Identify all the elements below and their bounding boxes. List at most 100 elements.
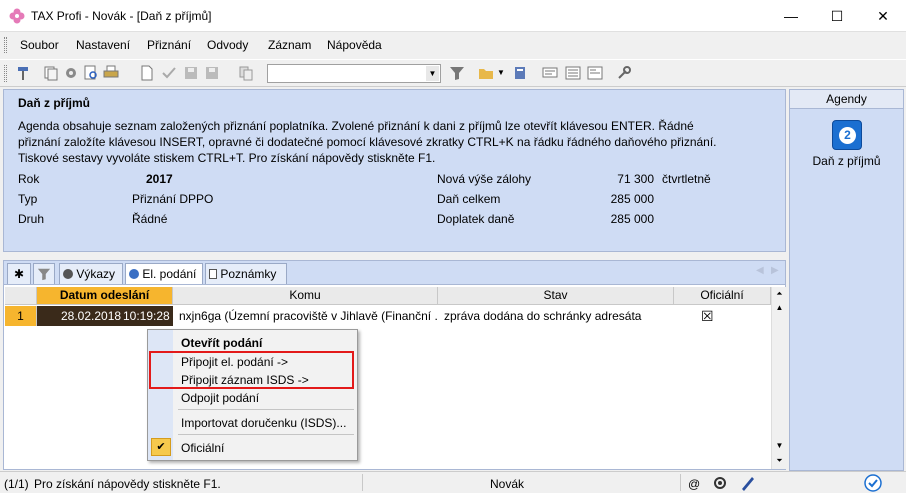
typ-value: Přiznání DPPO	[132, 192, 214, 206]
title-bar: TAX Profi - Novák - [Daň z příjmů] — ☐ ✕	[0, 0, 906, 32]
druh-label: Druh	[18, 212, 45, 226]
filter-funnel-icon[interactable]	[449, 65, 465, 81]
menu-napoveda[interactable]: Nápověda	[327, 38, 382, 52]
agenda-heading: Daň z příjmů	[18, 96, 91, 110]
toolbar-grip	[4, 65, 7, 82]
menu-nastaveni[interactable]: Nastavení	[76, 38, 130, 52]
menu-divider	[178, 434, 354, 435]
report-icon	[63, 269, 73, 279]
message-icon[interactable]	[542, 65, 558, 81]
menu-zaznam[interactable]: Záznam	[268, 38, 311, 52]
menu-import-dorucenka[interactable]: Importovat doručenku (ISDS)...	[181, 416, 346, 430]
highlight-box	[149, 351, 354, 389]
context-menu: Otevřít podání Připojit el. podání -> Př…	[147, 329, 358, 461]
save-icon[interactable]	[183, 65, 199, 81]
dan-z-prijmu-icon[interactable]: 2	[832, 120, 862, 150]
tab-poznamky[interactable]: Poznámky	[205, 263, 287, 285]
filter-sign-icon[interactable]	[15, 65, 31, 81]
filter-combo[interactable]: ▼	[267, 64, 441, 83]
app-flower-icon	[9, 8, 25, 24]
row-index: 1	[5, 306, 37, 326]
save-all-icon[interactable]	[204, 65, 220, 81]
status-hint: Pro získání nápovědy stiskněte F1.	[34, 477, 221, 491]
print-preview-icon[interactable]	[83, 65, 99, 81]
connection-icon[interactable]	[712, 476, 728, 490]
dan-celkem-label: Daň celkem	[437, 192, 501, 206]
column-stav[interactable]: Stav	[438, 287, 674, 305]
tab-poznamky-label: Poznámky	[220, 267, 277, 281]
menu-grip	[4, 37, 7, 53]
print-icon[interactable]	[103, 65, 119, 81]
doplatek-label: Doplatek daně	[437, 212, 515, 226]
menu-detach-podani[interactable]: Odpojit podání	[181, 391, 259, 405]
menu-soubor[interactable]: Soubor	[20, 38, 59, 52]
signature-icon[interactable]	[740, 475, 756, 491]
close-button[interactable]: ✕	[860, 0, 906, 32]
row-komu[interactable]: nxjn6ga (Územní pracoviště v Jihlavě (Fi…	[179, 306, 437, 326]
status-bar: (1/1) Pro získání nápovědy stiskněte F1.…	[0, 471, 906, 493]
menu-bar: Soubor Nastavení Přiznání Odvody Záznam …	[0, 33, 906, 57]
folder-icon[interactable]	[478, 65, 494, 81]
scroll-down-icon[interactable]: ▼	[773, 439, 786, 453]
table-row[interactable]: 1 28.02.2018 10:19:28 nxjn6ga (Územní pr…	[5, 306, 771, 326]
tab-scroll-left-icon[interactable]: ◀	[756, 265, 764, 276]
duplicate-icon[interactable]	[238, 65, 254, 81]
tab-scroll-right-icon[interactable]: ▶	[771, 265, 779, 276]
tab-el-podani[interactable]: El. podání	[125, 263, 203, 285]
tools-wrench-icon[interactable]	[616, 65, 632, 81]
minimize-button[interactable]: —	[768, 0, 814, 32]
tab-asterisk[interactable]: ✱	[7, 263, 31, 285]
typ-label: Typ	[18, 192, 38, 206]
row-header-corner	[5, 287, 37, 305]
agenda-info-panel: Daň z příjmů Agenda obsahuje seznam zalo…	[3, 89, 786, 252]
column-datum-odeslani[interactable]: Datum odeslání	[37, 287, 173, 305]
row-date: 28.02.2018	[61, 309, 122, 323]
menu-odvody[interactable]: Odvody	[207, 38, 248, 52]
confirm-check-icon[interactable]	[161, 65, 177, 81]
grid-scrollbar[interactable]: ⏶ ▲ ▼ ⏷	[771, 287, 786, 469]
column-komu[interactable]: Komu	[173, 287, 438, 305]
copy-document-icon[interactable]	[43, 65, 59, 81]
checkmark-icon: ✔	[151, 438, 171, 456]
menu-open-podani[interactable]: Otevřít podání	[181, 336, 262, 350]
row-date-cell[interactable]: 28.02.2018 10:19:28	[37, 306, 173, 326]
maximize-button[interactable]: ☐	[814, 0, 860, 32]
rok-label: Rok	[18, 172, 40, 186]
menu-oficialni[interactable]: Oficiální	[181, 441, 224, 455]
doplatek-value: 285 000	[610, 212, 654, 226]
record-count: (1/1)	[4, 477, 29, 491]
status-separator	[362, 474, 363, 491]
calculator-icon[interactable]	[512, 65, 528, 81]
list-icon[interactable]	[565, 65, 581, 81]
agendy-panel: Agendy 2 Daň z příjmů	[789, 89, 904, 471]
dan-celkem-value: 285 000	[610, 192, 654, 206]
druh-value: Řádné	[132, 212, 168, 226]
row-stav[interactable]: zpráva dodána do schránky adresáta	[444, 306, 674, 326]
new-document-icon[interactable]	[139, 65, 155, 81]
row-oficialni-checkbox[interactable]: ☒	[701, 306, 715, 326]
tab-filter[interactable]	[33, 263, 55, 285]
toolbar: ▼ ▼	[0, 59, 906, 87]
menu-priznani[interactable]: Přiznání	[147, 38, 191, 52]
scroll-top-icon[interactable]: ⏶	[773, 287, 786, 301]
notes-icon[interactable]	[587, 65, 603, 81]
status-check-icon[interactable]	[864, 474, 882, 492]
row-time: 10:19:28	[123, 309, 170, 323]
scroll-up-icon[interactable]: ▲	[773, 301, 786, 315]
tab-bar: ✱ Výkazy El. podání Poznámky ◀ ▶	[3, 260, 786, 285]
tab-vykazy[interactable]: Výkazy	[59, 263, 123, 285]
status-user: Novák	[490, 477, 525, 491]
agendy-item-label[interactable]: Daň z příjmů	[790, 154, 903, 168]
settings-gear-icon[interactable]	[63, 65, 79, 81]
panel-spacer	[3, 252, 786, 260]
email-at-icon[interactable]: @	[688, 477, 700, 491]
column-oficialni[interactable]: Oficiální	[674, 287, 771, 305]
menu-divider	[178, 409, 354, 410]
tab-el-podani-label: El. podání	[142, 267, 197, 281]
window-title: TAX Profi - Novák - [Daň z příjmů]	[31, 9, 212, 23]
filter-funnel-icon	[37, 268, 51, 281]
chevron-down-icon[interactable]: ▼	[426, 66, 439, 81]
note-icon	[209, 269, 217, 279]
folder-dropdown-icon[interactable]: ▼	[497, 65, 513, 81]
scroll-bottom-icon[interactable]: ⏷	[773, 454, 786, 468]
